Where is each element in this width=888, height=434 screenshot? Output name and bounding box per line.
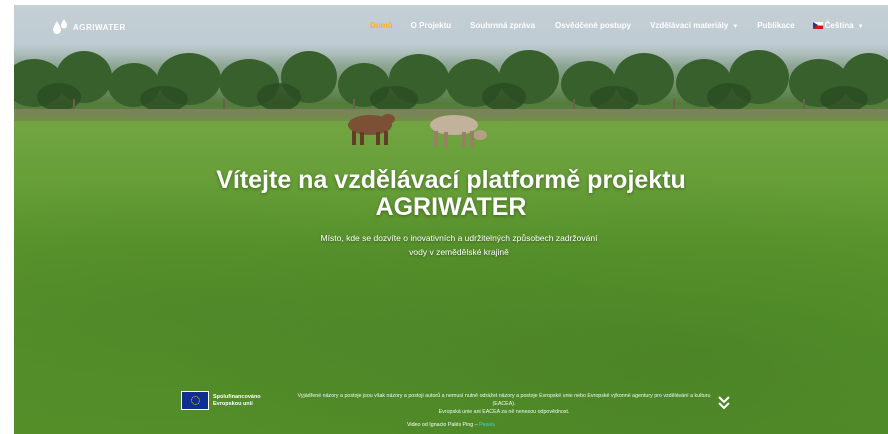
hero-title-line2: AGRIWATER bbox=[375, 193, 527, 221]
top-navigation: AGRIWATER Domů O Projektu Souhrnná zpráv… bbox=[14, 5, 888, 49]
agriwater-logo[interactable]: AGRIWATER bbox=[52, 18, 126, 36]
disclaimer-line2: Evropská unie ani EACEA za ně nenesou od… bbox=[438, 409, 570, 415]
hero-subtitle-line2: vody v zemědělské krajině bbox=[409, 247, 509, 257]
eu-flag-icon bbox=[181, 391, 209, 410]
eu-cofunded-logo: Spolufinancováno Evropskou unií bbox=[181, 391, 273, 410]
nav-item-osvedcene-postupy[interactable]: Osvědčené postupy bbox=[555, 21, 631, 30]
nav-item-publikace[interactable]: Publikace bbox=[757, 21, 794, 30]
eu-label: Spolufinancováno Evropskou unií bbox=[213, 394, 273, 408]
caret-down-icon: ▼ bbox=[732, 24, 739, 30]
scroll-down-chevron-icon[interactable] bbox=[717, 395, 731, 411]
language-label: Čeština bbox=[824, 21, 854, 30]
hero-subtitle: Místo, kde se dozvíte o inovativních a u… bbox=[294, 231, 624, 259]
eu-disclaimer: Vyjádřené názory a postoje jsou však náz… bbox=[294, 392, 714, 416]
nav-item-souhrnna-zprava[interactable]: Souhrnná zpráva bbox=[470, 21, 535, 30]
video-credit-text: Video od Ignacio Palés Ping – bbox=[407, 422, 478, 428]
nav-item-o-projektu[interactable]: O Projektu bbox=[411, 21, 451, 30]
eu-label-line1: Spolufinancováno bbox=[213, 393, 261, 400]
hero-title-line1: Vítejte na vzdělávací platformě projektu bbox=[216, 166, 686, 194]
hero-subtitle-line1: Místo, kde se dozvíte o inovativních a u… bbox=[320, 233, 598, 243]
page-frame: AGRIWATER Domů O Projektu Souhrnná zpráv… bbox=[0, 0, 888, 434]
nav-menu: Domů O Projektu Souhrnná zpráva Osvědčen… bbox=[370, 21, 864, 30]
language-selector[interactable]: Čeština ▼ bbox=[812, 21, 864, 30]
pexels-link[interactable]: Pexels bbox=[479, 422, 495, 428]
nav-item-vzdelavaci-materialy[interactable]: Vzdělávací materiály ▼ bbox=[650, 21, 738, 30]
eu-label-line2: Evropskou unií bbox=[213, 400, 253, 407]
water-drops-icon bbox=[53, 19, 67, 34]
logo-text: AGRIWATER bbox=[73, 22, 126, 32]
nav-item-label: Vzdělávací materiály bbox=[650, 21, 729, 30]
nav-item-domu[interactable]: Domů bbox=[370, 21, 393, 30]
hero-title: Vítejte na vzdělávací platformě projektu… bbox=[14, 167, 888, 221]
disclaimer-line1: Vyjádřené názory a postoje jsou však náz… bbox=[297, 393, 711, 407]
caret-down-icon: ▼ bbox=[857, 24, 864, 30]
hero-section: AGRIWATER Domů O Projektu Souhrnná zpráv… bbox=[14, 5, 888, 434]
czech-flag-icon bbox=[812, 22, 823, 29]
video-credit: Video od Ignacio Palés Ping – Pexels bbox=[14, 422, 888, 428]
